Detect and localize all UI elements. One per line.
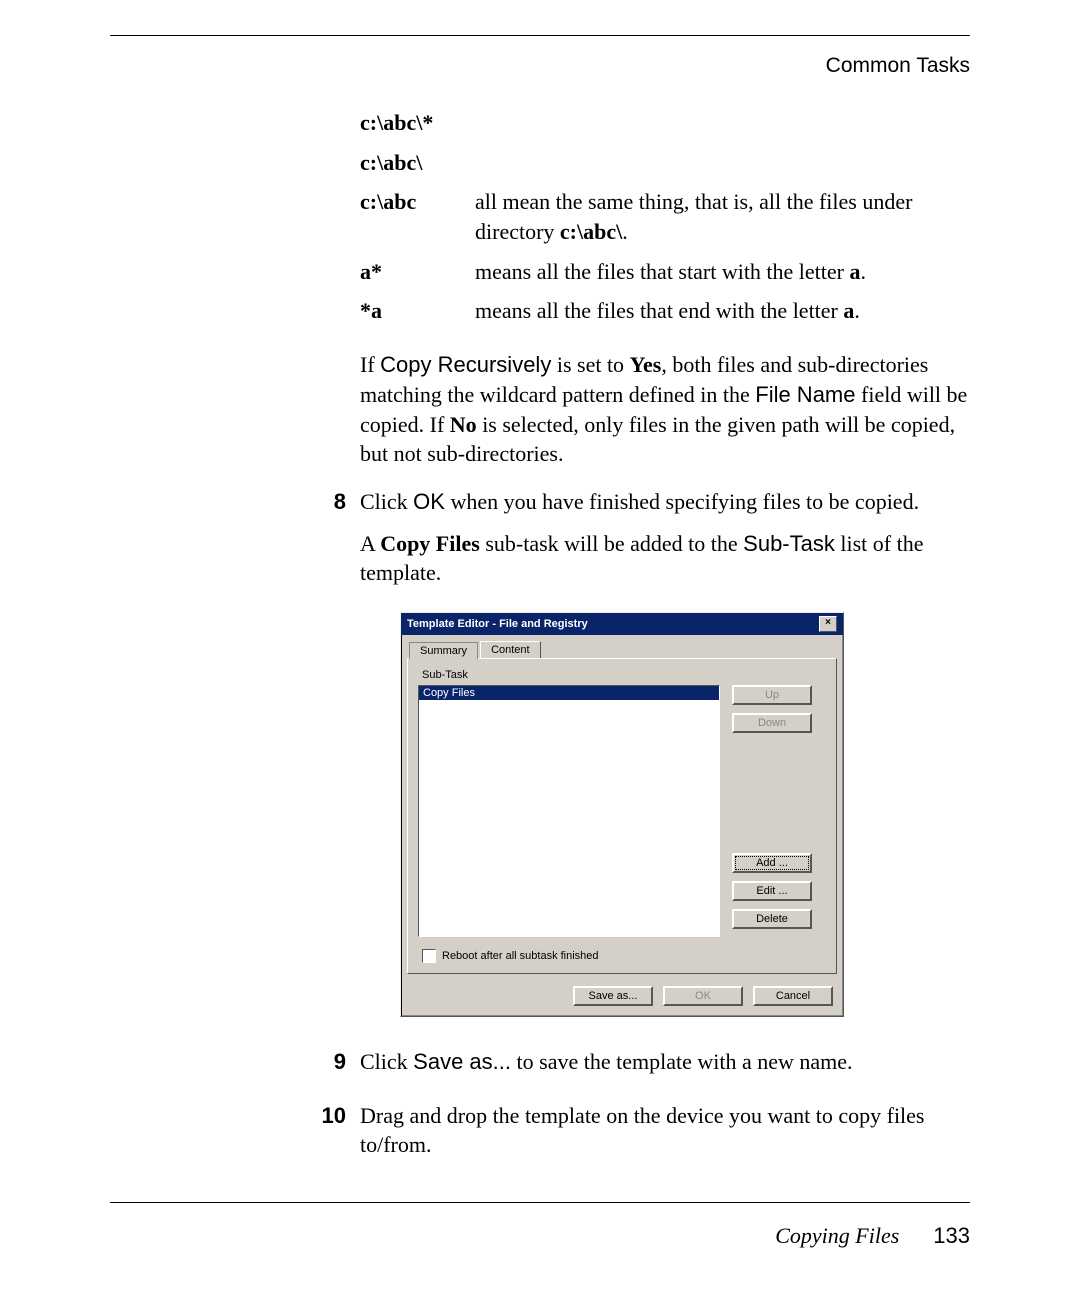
wildcard-definitions: c:\abc\* c:\abc\ c:\abc all mean the sam… (360, 108, 970, 336)
step-10: 10 Drag and drop the template on the dev… (360, 1101, 970, 1172)
add-button[interactable]: Add ... (732, 853, 812, 873)
def-desc: means all the files that end with the le… (475, 296, 970, 336)
up-button[interactable]: Up (732, 685, 812, 705)
bottom-rule (110, 1202, 970, 1203)
template-editor-dialog: Template Editor - File and Registry × Su… (400, 612, 844, 1017)
def-desc: means all the files that start with the … (475, 257, 970, 297)
def-term: *a (360, 296, 475, 336)
step-9: 9 Click Save as... to save the template … (360, 1047, 970, 1089)
def-term: c:\abc\ (360, 148, 475, 188)
step-number: 10 (316, 1101, 346, 1172)
reboot-checkbox-label: Reboot after all subtask finished (442, 950, 599, 962)
delete-button[interactable]: Delete (732, 909, 812, 929)
subtask-list[interactable]: Copy Files (418, 685, 720, 937)
subtask-label: Sub-Task (422, 669, 826, 681)
dialog-title: Template Editor - File and Registry (407, 618, 588, 630)
close-icon[interactable]: × (819, 616, 837, 632)
top-rule (110, 35, 970, 36)
page-number: 133 (933, 1223, 970, 1249)
step-8: 8 Click OK when you have finished specif… (360, 487, 970, 600)
list-item[interactable]: Copy Files (419, 686, 719, 700)
step-number: 9 (316, 1047, 346, 1089)
step-number: 8 (316, 487, 346, 600)
def-term: c:\abc\* (360, 108, 475, 148)
ok-button[interactable]: OK (663, 986, 743, 1006)
dialog-titlebar[interactable]: Template Editor - File and Registry × (401, 613, 843, 635)
save-as-button[interactable]: Save as... (573, 986, 653, 1006)
tab-content[interactable]: Content (480, 641, 541, 658)
tab-summary[interactable]: Summary (409, 642, 478, 659)
header-section: Common Tasks (110, 54, 970, 78)
copy-recursively-note: If Copy Recursively is set to Yes, both … (360, 350, 970, 469)
def-term: a* (360, 257, 475, 297)
reboot-checkbox[interactable] (422, 949, 436, 963)
down-button[interactable]: Down (732, 713, 812, 733)
edit-button[interactable]: Edit ... (732, 881, 812, 901)
footer-title: Copying Files (775, 1223, 899, 1249)
cancel-button[interactable]: Cancel (753, 986, 833, 1006)
def-desc: all mean the same thing, that is, all th… (475, 187, 970, 256)
def-term: c:\abc (360, 187, 475, 256)
